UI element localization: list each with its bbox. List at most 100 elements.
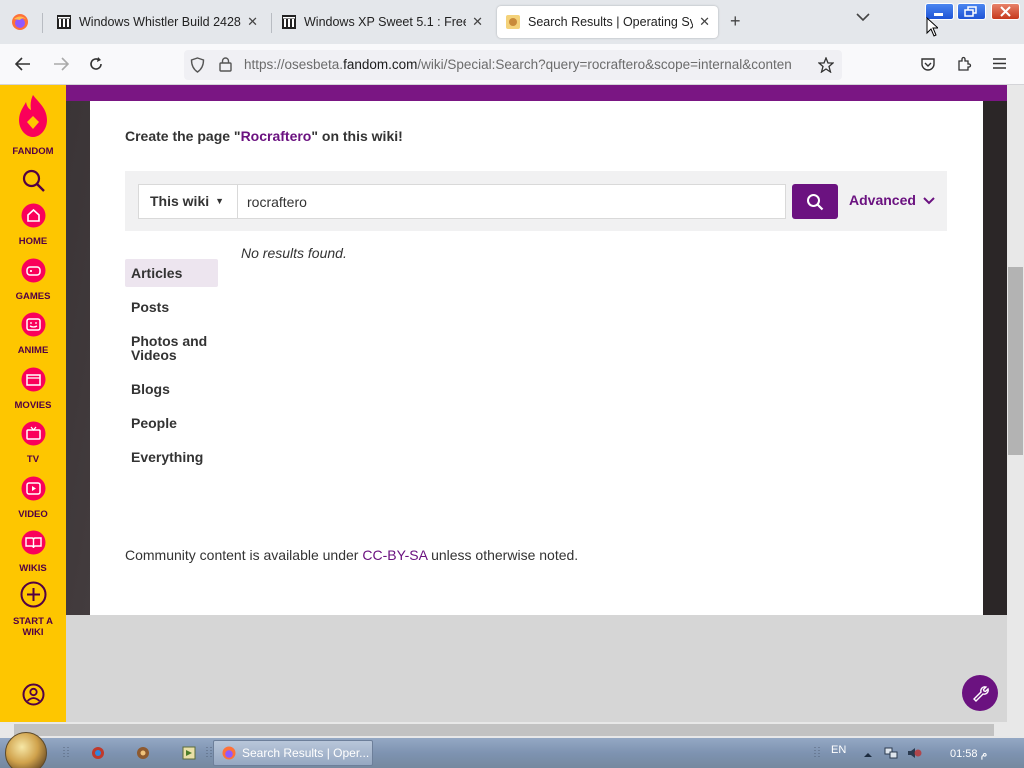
archive-icon (57, 15, 71, 29)
tab-title: Windows XP Sweet 5.1 : Free Download (304, 15, 466, 29)
url-domain: fandom.com (343, 57, 418, 72)
grip-icon (814, 747, 820, 759)
url-path: /wiki/Special:Search?query=rocraftero&sc… (417, 57, 792, 72)
scope-label: This wiki (150, 193, 210, 209)
firefox-icon[interactable] (11, 13, 29, 31)
footnote-suffix: unless otherwise noted. (427, 547, 579, 563)
new-tab-button[interactable]: + (730, 11, 741, 32)
bookmark-star-icon[interactable] (818, 57, 834, 73)
filter-people[interactable]: People (125, 409, 218, 437)
rail-item-label: TV (26, 454, 40, 465)
url-text[interactable]: https://osesbeta.fandom.com/wiki/Special… (244, 57, 806, 72)
rail-item-anime[interactable]: ANIME (0, 312, 66, 356)
advanced-label: Advanced (849, 192, 916, 208)
lock-icon[interactable] (219, 57, 232, 72)
search-submit-button[interactable] (792, 184, 838, 219)
rail-item-video[interactable]: VIDEO (0, 476, 66, 520)
show-hidden-icons-icon[interactable] (860, 747, 876, 763)
rail-search[interactable] (0, 168, 66, 198)
anime-icon (21, 312, 45, 337)
reload-icon[interactable] (88, 56, 104, 72)
rail-item-wikis[interactable]: WIKIS (0, 530, 66, 574)
rail-item-label: WIKIS (19, 563, 47, 574)
rail-item-games[interactable]: GAMES (0, 258, 66, 302)
rail-item-label: ANIME (17, 345, 49, 356)
tab-strip: Windows Whistler Build 2428 : Microsoft … (0, 0, 1024, 44)
home-icon (21, 203, 45, 228)
pocket-icon[interactable] (920, 56, 936, 72)
shield-icon[interactable] (190, 57, 205, 73)
filter-posts[interactable]: Posts (125, 293, 218, 321)
close-tab-icon[interactable]: ✕ (472, 14, 483, 30)
license-footnote: Community content is available under CC-… (125, 547, 578, 563)
filter-everything[interactable]: Everything (125, 443, 218, 471)
filter-photos-videos[interactable]: Photos and Videos (125, 327, 218, 369)
extensions-icon[interactable] (956, 56, 972, 72)
quicklaunch-media-icon[interactable] (135, 745, 151, 761)
advanced-search-toggle[interactable]: Advanced (849, 192, 935, 208)
page-right-rail (983, 101, 1007, 615)
search-panel: This wiki ▼ Advanced (125, 171, 947, 231)
rail-item-tv[interactable]: TV (0, 421, 66, 465)
create-suffix: " on this wiki! (311, 128, 403, 144)
create-page-link[interactable]: Rocraftero (241, 128, 312, 144)
system-clock[interactable]: 01:58 م (950, 747, 987, 760)
restore-button[interactable] (957, 3, 986, 20)
rail-item-movies[interactable]: MOVIES (0, 367, 66, 411)
tab-whistler[interactable]: Windows Whistler Build 2428 : Microsoft … (48, 6, 266, 38)
network-icon[interactable] (883, 745, 899, 761)
list-tabs-icon[interactable] (856, 12, 870, 22)
url-prefix: https://osesbeta. (244, 57, 344, 72)
tab-title: Search Results | Operating Systems (528, 15, 694, 29)
fandom-brand-label: FANDOM (12, 146, 54, 157)
search-filter-list: Articles Posts Photos and Videos Blogs P… (125, 259, 218, 477)
create-prefix: Create the page " (125, 128, 241, 144)
horizontal-scroll-thumb[interactable] (14, 724, 994, 736)
filter-articles[interactable]: Articles (125, 259, 218, 287)
start-button[interactable] (5, 732, 47, 768)
wikis-icon (21, 530, 45, 555)
plus-circle-icon (20, 581, 46, 608)
rail-item-label: GAMES (15, 291, 51, 302)
caret-down-icon: ▼ (215, 196, 225, 206)
rail-item-start-a-wiki[interactable]: START A WIKI (0, 581, 66, 638)
search-scope-dropdown[interactable]: This wiki ▼ (138, 184, 238, 219)
taskbar-firefox-button[interactable]: Search Results | Oper... (213, 740, 373, 766)
vertical-scroll-thumb[interactable] (1008, 267, 1023, 455)
quicklaunch-desktop-icon[interactable] (181, 745, 197, 761)
volume-icon[interactable] (906, 745, 922, 761)
close-tab-icon[interactable]: ✕ (247, 14, 258, 30)
search-input[interactable] (238, 184, 786, 219)
rail-item-label: VIDEO (18, 509, 48, 520)
back-icon[interactable] (15, 57, 31, 71)
search-icon (807, 194, 824, 211)
footnote-prefix: Community content is available under (125, 547, 363, 563)
filter-blogs[interactable]: Blogs (125, 375, 218, 403)
firefox-icon (222, 746, 236, 760)
fandom-logo[interactable]: FANDOM (0, 94, 66, 157)
forward-icon[interactable] (53, 57, 69, 71)
license-link[interactable]: CC-BY-SA (362, 547, 427, 563)
close-icon (1000, 6, 1011, 17)
grip-icon (63, 747, 69, 759)
menu-icon[interactable] (992, 57, 1007, 70)
no-results-message: No results found. (241, 245, 347, 261)
search-results-card: Create the page "Rocraftero" on this wik… (90, 101, 983, 615)
close-window-button[interactable] (991, 3, 1020, 20)
address-bar[interactable]: https://osesbeta.fandom.com/wiki/Special… (184, 50, 842, 80)
rail-user-account[interactable] (0, 683, 66, 711)
fandom-global-navigation: FANDOM HOME GAMES ANIME MOVIES TV VIDEO (0, 85, 66, 722)
close-tab-icon[interactable]: ✕ (699, 14, 710, 30)
tab-xp-sweet[interactable]: Windows XP Sweet 5.1 : Free Download ✕ (273, 6, 491, 38)
archive-icon (282, 15, 296, 29)
tv-icon (21, 421, 45, 446)
quicklaunch-browser-icon[interactable] (90, 745, 106, 761)
rail-item-home[interactable]: HOME (0, 203, 66, 247)
navigation-bar: https://osesbeta.fandom.com/wiki/Special… (0, 44, 1024, 85)
page-tools-button[interactable] (962, 675, 998, 711)
user-avatar-icon (22, 683, 44, 706)
rail-item-label: START A WIKI (12, 616, 54, 638)
language-indicator[interactable]: EN (831, 744, 846, 756)
tab-search-results[interactable]: Search Results | Operating Systems ✕ (497, 6, 718, 38)
mouse-cursor-icon (926, 17, 938, 37)
